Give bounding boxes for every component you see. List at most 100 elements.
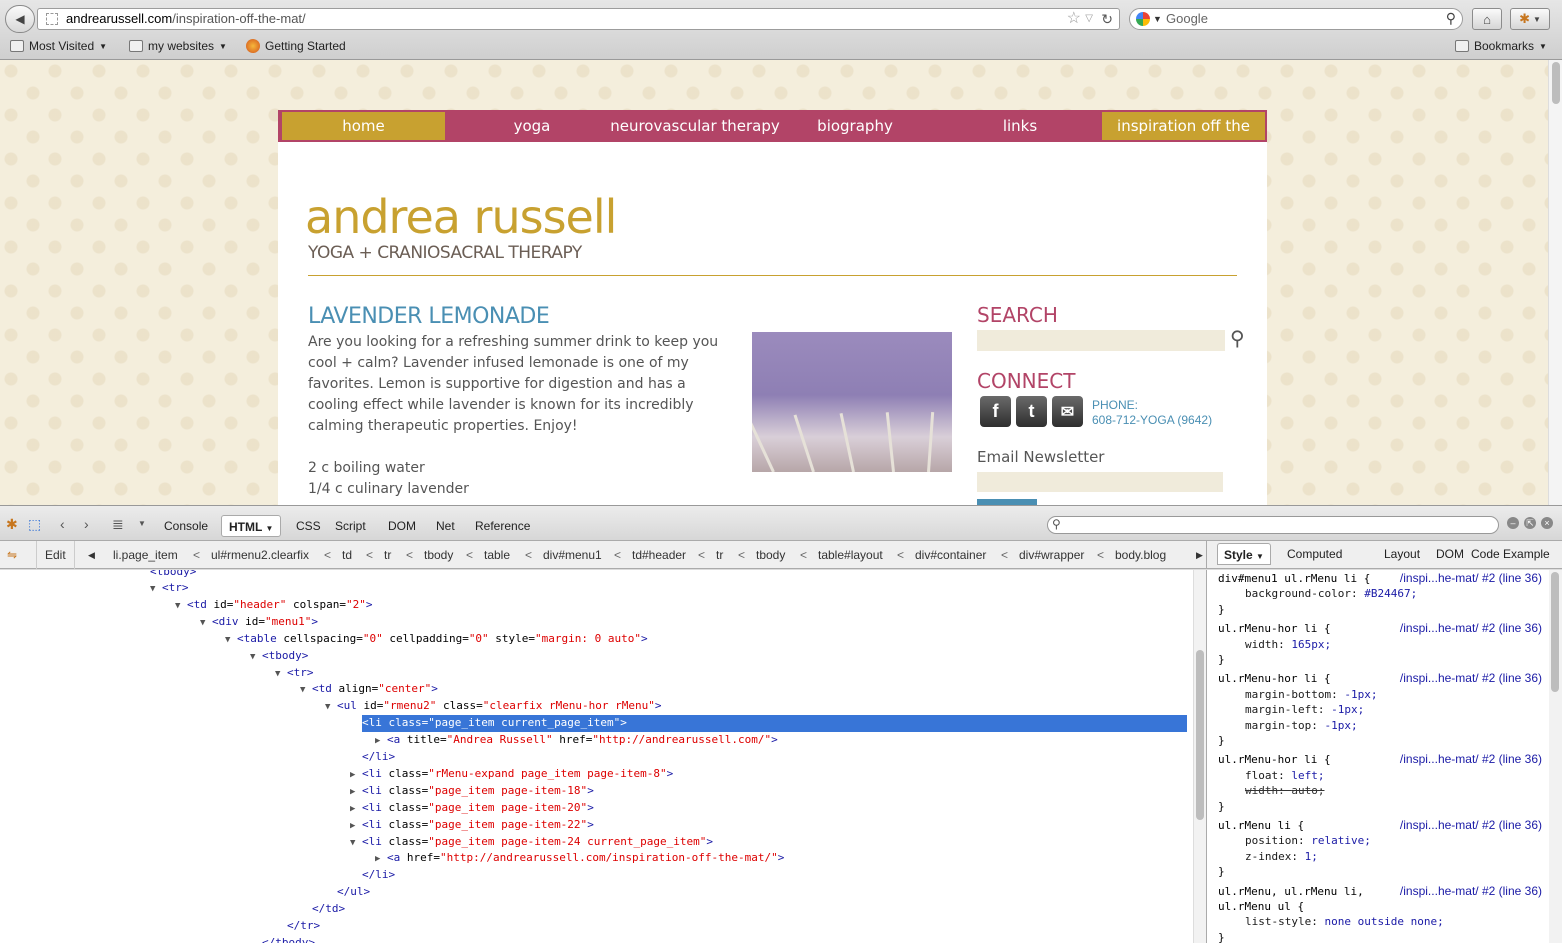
breadcrumb-item[interactable]: table#layout	[818, 541, 883, 569]
css-source-link[interactable]: /inspi...he-mat/ #2 (line 36)	[1400, 571, 1542, 586]
firebug-search-input[interactable]: ⚲	[1047, 516, 1499, 534]
tree-node[interactable]: </td>	[0, 901, 345, 918]
tree-node[interactable]: ▶ <li class="rMenu-expand page_item page-…	[0, 766, 673, 783]
bookmark-most-visited[interactable]: Most Visited ▼	[10, 39, 107, 53]
tab-reference[interactable]: Reference	[468, 515, 537, 537]
css-source-link[interactable]: /inspi...he-mat/ #2 (line 36)	[1400, 818, 1542, 833]
firebug-toolbar-button[interactable]: ✱ ▼	[1510, 8, 1550, 30]
tree-node[interactable]: </li>	[0, 749, 395, 766]
tree-node[interactable]: ▼ <table cellspacing="0" cellpadding="0" …	[0, 631, 648, 648]
css-rule[interactable]: ul.rMenu-hor li {/inspi...he-mat/ #2 (li…	[1218, 671, 1548, 748]
css-source-link[interactable]: /inspi...he-mat/ #2 (line 36)	[1400, 671, 1542, 686]
web-search-input[interactable]: Google	[1166, 9, 1208, 29]
tree-node[interactable]: </tr>	[0, 918, 320, 935]
panel-menu-icon[interactable]: ≣	[112, 516, 124, 533]
menu-item-neurovascular-therapy[interactable]: neurovascular therapy	[600, 112, 790, 140]
tree-node[interactable]: ▼ <li class="page_item page-item-24 curre…	[0, 834, 713, 851]
expand-icon[interactable]: ⇋	[7, 541, 17, 569]
scrollbar-thumb[interactable]	[1551, 572, 1559, 692]
breadcrumb-item[interactable]: li.page_item	[113, 541, 178, 569]
back-icon[interactable]: ‹	[60, 516, 65, 532]
tree-node[interactable]: ▼ <ul id="rmenu2" class="clearfix rMenu-h…	[0, 698, 662, 715]
tab-code-example[interactable]: Code Example	[1465, 543, 1556, 565]
tree-node[interactable]: ▼ <tr>	[0, 665, 314, 682]
css-declaration[interactable]: float: left;	[1218, 768, 1548, 783]
tree-node[interactable]: ▶ <a title="Andrea Russell" href="http://…	[0, 732, 778, 749]
expand-toggle-icon[interactable]: ▶	[350, 818, 362, 835]
collapse-toggle-icon[interactable]: ▼	[175, 598, 187, 615]
expand-toggle-icon[interactable]: ▶	[350, 801, 362, 818]
tree-node[interactable]: ▼ <div id="menu1">	[0, 614, 318, 631]
search-icon[interactable]: ⚲	[1446, 8, 1456, 28]
tab-side-dom[interactable]: DOM	[1430, 543, 1470, 565]
css-rule[interactable]: div#menu1 ul.rMenu li {/inspi...he-mat/ …	[1218, 571, 1548, 617]
css-declaration[interactable]: margin-left: -1px;	[1218, 702, 1548, 717]
breadcrumb-item[interactable]: tr	[384, 541, 391, 569]
engine-dropdown-icon[interactable]: ▼	[1153, 9, 1162, 29]
menu-item-links[interactable]: links	[960, 112, 1080, 140]
expand-toggle-icon[interactable]: ▶	[350, 784, 362, 801]
tree-node[interactable]: </li>	[0, 867, 395, 884]
collapse-toggle-icon[interactable]: ▼	[225, 632, 237, 649]
tree-node[interactable]: ▶ <li class="page_item page-item-22">	[0, 817, 594, 834]
bookmarks-menu-button[interactable]: Bookmarks ▼	[1455, 39, 1547, 53]
css-rule[interactable]: ul.rMenu li {/inspi...he-mat/ #2 (line 3…	[1218, 818, 1548, 880]
tree-node[interactable]: ▶ <li class="page_item page-item-20">	[0, 800, 594, 817]
breadcrumb-item[interactable]: td	[342, 541, 352, 569]
style-scrollbar[interactable]	[1549, 570, 1562, 943]
site-logo-title[interactable]: andrea russell	[305, 190, 617, 244]
tree-node[interactable]: ▼ <tr>	[0, 580, 189, 597]
css-rule[interactable]: ul.rMenu, ul.rMenu li, ul.rMenu ul {/insp…	[1218, 884, 1548, 943]
scroll-right-icon[interactable]: ▶	[1196, 541, 1203, 569]
expand-toggle-icon[interactable]: ▶	[350, 767, 362, 784]
tree-scrollbar[interactable]	[1193, 570, 1206, 943]
tree-node[interactable]: ▼ <tbody>	[0, 648, 308, 665]
tab-script[interactable]: Script	[328, 515, 373, 537]
google-engine-icon[interactable]	[1136, 12, 1150, 26]
bookmark-getting-started[interactable]: Getting Started	[246, 39, 346, 53]
collapse-toggle-icon[interactable]: ▼	[275, 666, 287, 683]
breadcrumb-item[interactable]: table	[484, 541, 510, 569]
tab-net[interactable]: Net	[429, 515, 462, 537]
detach-icon[interactable]: ⇱	[1524, 517, 1536, 529]
collapse-toggle-icon[interactable]: ▼	[350, 835, 362, 852]
inspect-element-icon[interactable]: ⬚	[28, 516, 41, 533]
css-source-link[interactable]: /inspi...he-mat/ #2 (line 36)	[1400, 752, 1542, 767]
breadcrumb-item[interactable]: div#menu1	[543, 541, 602, 569]
menu-item-home[interactable]: home	[282, 112, 445, 140]
menu-item-yoga[interactable]: yoga	[472, 112, 592, 140]
collapse-toggle-icon[interactable]: ▼	[250, 649, 262, 666]
css-declaration[interactable]: z-index: 1;	[1218, 849, 1548, 864]
page-scrollbar[interactable]	[1548, 60, 1562, 505]
breadcrumb-item[interactable]: ul#rmenu2.clearfix	[211, 541, 309, 569]
address-bar[interactable]: andrearussell.com/inspiration-off-the-ma…	[37, 8, 1120, 30]
breadcrumb-item[interactable]: tr	[716, 541, 723, 569]
tree-node[interactable]: ▶ <a href="http://andrearussell.com/inspi…	[0, 850, 784, 867]
scrollbar-thumb[interactable]	[1196, 650, 1204, 820]
email-icon[interactable]: ✉	[1052, 396, 1083, 427]
sidebar-search-input[interactable]	[977, 330, 1225, 351]
twitter-icon[interactable]: t	[1016, 396, 1047, 427]
breadcrumb-item[interactable]: tbody	[424, 541, 453, 569]
history-dropdown-icon[interactable]: ▽	[1085, 9, 1093, 29]
menu-item-inspiration-off-the-mat[interactable]: inspiration off the mat	[1102, 112, 1265, 163]
close-icon[interactable]: ×	[1541, 517, 1553, 529]
css-declaration[interactable]: margin-bottom: -1px;	[1218, 687, 1548, 702]
collapse-toggle-icon[interactable]: ▼	[150, 581, 162, 598]
tab-computed[interactable]: Computed	[1281, 543, 1348, 565]
tree-node[interactable]: ▶ <li class="page_item page-item-18">	[0, 783, 594, 800]
tree-node-selected[interactable]: ▼ <li class="page_item current_page_item"…	[0, 715, 1187, 733]
tab-html[interactable]: HTML ▼	[221, 515, 282, 537]
site-identity-icon[interactable]	[46, 13, 58, 25]
web-search-box[interactable]: ▼ Google ⚲	[1129, 8, 1463, 30]
breadcrumb-item[interactable]: div#container	[915, 541, 986, 569]
menu-item-biography[interactable]: biography	[800, 112, 910, 140]
tab-style[interactable]: Style ▼	[1217, 543, 1271, 565]
css-declaration[interactable]: position: relative;	[1218, 833, 1548, 848]
breadcrumb-item[interactable]: div#wrapper	[1019, 541, 1084, 569]
forward-icon[interactable]: ›	[84, 516, 89, 532]
back-button[interactable]: ◀	[5, 5, 35, 33]
css-rule[interactable]: ul.rMenu-hor li {/inspi...he-mat/ #2 (li…	[1218, 621, 1548, 667]
address-text[interactable]: andrearussell.com/inspiration-off-the-ma…	[66, 9, 306, 29]
tab-css[interactable]: CSS	[289, 515, 328, 537]
